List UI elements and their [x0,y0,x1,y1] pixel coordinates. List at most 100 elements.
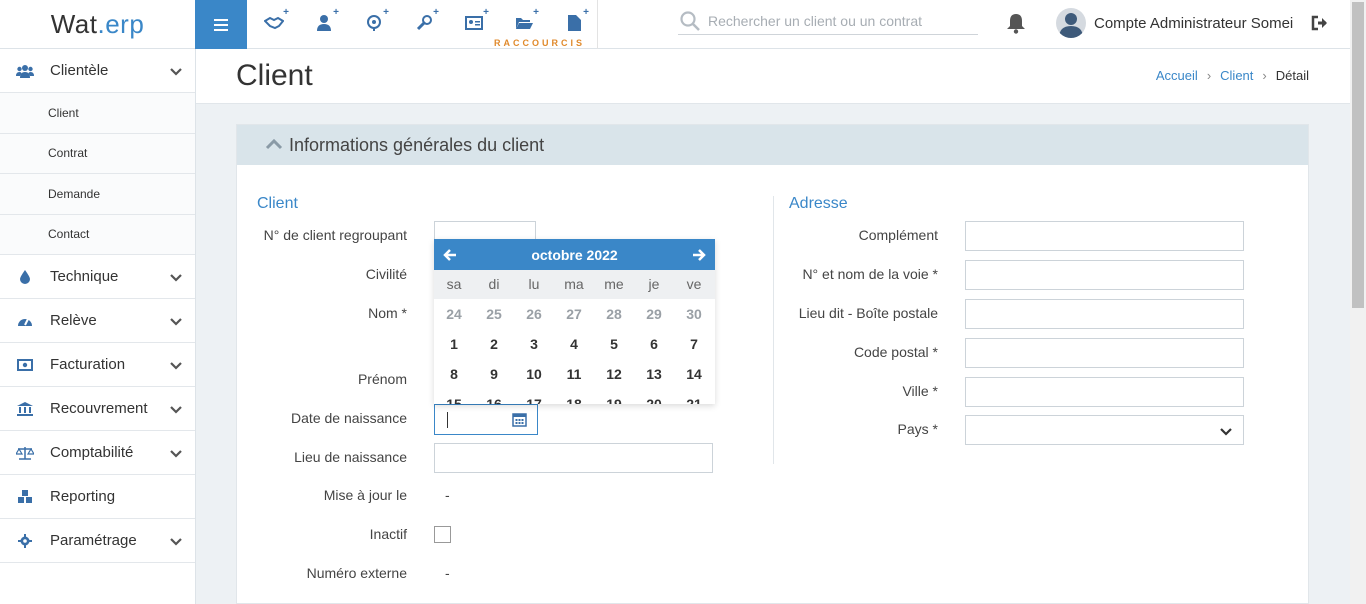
sidebar-item-facturation[interactable]: Facturation [0,343,195,387]
sidebar-item-clientele[interactable]: Clientèle [0,49,195,93]
weekday-label: di [488,276,500,292]
datepicker-day[interactable]: 15 [434,389,474,404]
datepicker-day[interactable]: 6 [634,329,674,359]
datepicker-day[interactable]: 16 [474,389,514,404]
datepicker-day[interactable]: 14 [674,359,714,389]
avatar [1056,8,1086,38]
datepicker-day[interactable]: 30 [674,299,714,329]
lieu-dit-field[interactable] [965,299,1244,329]
datepicker-day[interactable]: 8 [434,359,474,389]
sidebar-item-technique[interactable]: Technique [0,255,195,299]
prenom-label: Prénom [357,371,407,387]
datepicker-week-row: 8 9 10 11 12 13 14 [434,359,715,389]
calendar-icon[interactable] [512,412,527,427]
shortcut-new-client-button[interactable]: + [309,7,339,36]
menu-toggle-button[interactable] [195,0,247,49]
sidebar-subitem-contrat[interactable]: Contrat [0,133,195,174]
datepicker-day[interactable]: 25 [474,299,514,329]
datepicker-day[interactable]: 1 [434,329,474,359]
sidebar-item-label: Relève [50,312,97,329]
chevron-down-icon [169,402,183,416]
breadcrumb-current: Détail [1275,68,1309,83]
mise-a-jour-label: Mise à jour le [323,487,407,503]
logout-icon[interactable] [1311,14,1329,32]
datepicker-day[interactable]: 3 [514,329,554,359]
shortcut-new-intervention-button[interactable]: + [409,7,439,36]
datepicker-day[interactable]: 26 [514,299,554,329]
chevron-down-icon [169,314,183,328]
weekday-label: lu [528,276,540,292]
date-naissance-input[interactable] [434,404,538,435]
mise-a-jour-value: - [445,487,450,503]
datepicker-day[interactable]: 9 [474,359,514,389]
panel-header[interactable]: Informations générales du client [237,125,1308,165]
sidebar-item-parametrage[interactable]: Paramétrage [0,519,195,563]
lieu-naissance-field[interactable] [434,443,713,473]
shortcut-new-document-button[interactable]: + [559,7,589,36]
money-icon [16,356,34,374]
chevron-down-icon [169,358,183,372]
sidebar: Clientèle Client Contrat Demande Contact… [0,49,196,604]
breadcrumb-client-link[interactable]: Client [1220,68,1253,83]
numero-externe-label: Numéro externe [306,565,407,581]
datepicker-day[interactable]: 24 [434,299,474,329]
chevron-up-icon [265,136,283,154]
datepicker-day[interactable]: 21 [674,389,714,404]
app-logo[interactable]: Wat. erp [0,0,195,49]
voie-field[interactable] [965,260,1244,290]
sidebar-item-label: Recouvrement [50,400,148,417]
datepicker-day[interactable]: 19 [594,389,634,404]
datepicker-day[interactable]: 2 [474,329,514,359]
datepicker-month-title[interactable]: octobre 2022 [531,247,617,263]
shortcut-new-meter-button[interactable]: + [359,7,389,36]
datepicker-day[interactable]: 29 [634,299,674,329]
inactif-checkbox[interactable] [434,526,451,543]
datepicker-day[interactable]: 7 [674,329,714,359]
wrench-icon [416,15,432,31]
shortcut-new-contact-button[interactable]: + [459,7,489,36]
code-postal-label: Code postal * [853,344,938,360]
shortcut-new-request-button[interactable]: + [509,7,539,36]
datepicker-day[interactable]: 18 [554,389,594,404]
datepicker-day[interactable]: 4 [554,329,594,359]
datepicker-day[interactable]: 10 [514,359,554,389]
lieu-dit-label: Lieu dit - Boîte postale [798,305,938,321]
notifications-bell-icon[interactable] [1006,12,1028,34]
chevron-down-icon [169,534,183,548]
sidebar-item-reporting[interactable]: Reporting [0,475,195,519]
bank-icon [16,400,34,418]
sidebar-item-releve[interactable]: Relève [0,299,195,343]
nom-label: Nom * [368,305,407,321]
user-icon [317,15,331,31]
page-scrollbar[interactable] [1350,0,1366,604]
datepicker-day[interactable]: 20 [634,389,674,404]
sidebar-subitem-client[interactable]: Client [0,93,195,134]
datepicker-day[interactable]: 11 [554,359,594,389]
sidebar-item-comptabilite[interactable]: Comptabilité [0,431,195,475]
pays-select[interactable] [965,415,1244,445]
arrow-right-icon[interactable] [691,247,707,263]
scrollbar-thumb[interactable] [1352,2,1364,308]
datepicker-day[interactable]: 5 [594,329,634,359]
weekday-label: sa [446,276,462,292]
search-icon[interactable] [678,9,702,33]
sidebar-item-recouvrement[interactable]: Recouvrement [0,387,195,431]
search-input[interactable] [708,13,978,29]
shortcut-new-contract-button[interactable]: + [259,7,289,36]
datepicker-day[interactable]: 12 [594,359,634,389]
complement-label: Complément [858,227,938,243]
datepicker-day[interactable]: 13 [634,359,674,389]
sidebar-subitem-demande[interactable]: Demande [0,174,195,215]
civilite-label: Civilité [365,266,407,282]
datepicker-day[interactable]: 28 [594,299,634,329]
datepicker-day[interactable]: 27 [554,299,594,329]
breadcrumb-accueil-link[interactable]: Accueil [1156,68,1198,83]
handshake-icon [264,16,284,30]
datepicker-day[interactable]: 17 [514,389,554,404]
complement-field[interactable] [965,221,1244,251]
arrow-left-icon[interactable] [442,247,458,263]
code-postal-field[interactable] [965,338,1244,368]
user-menu[interactable]: Compte Administrateur Somei [1056,7,1293,39]
sidebar-subitem-contact[interactable]: Contact [0,214,195,255]
ville-field[interactable] [965,377,1244,407]
